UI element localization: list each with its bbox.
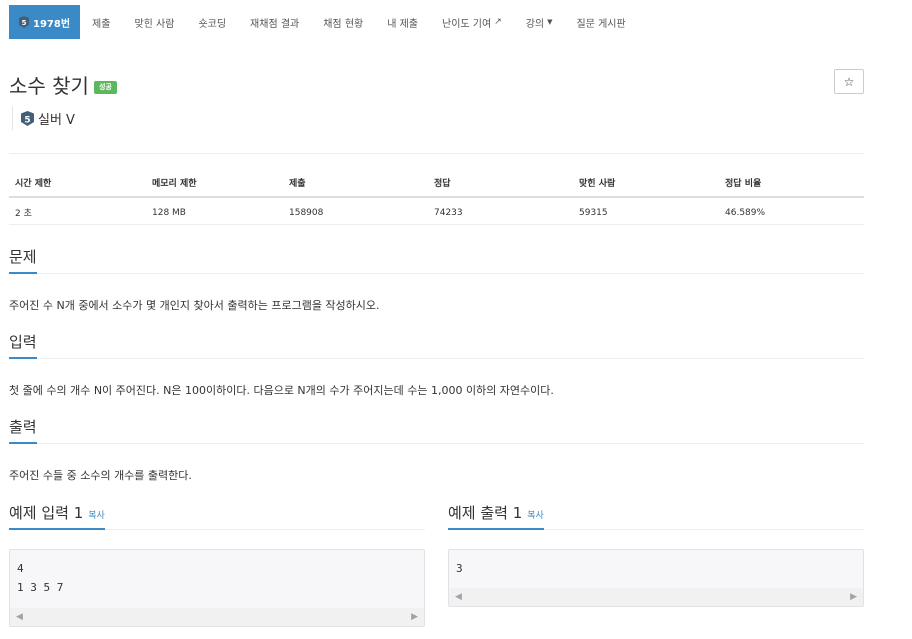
sample-input-title: 예제 입력 1 복사 xyxy=(9,502,105,530)
nav-my-submissions-label: 내 제출 xyxy=(387,18,418,30)
sample-output-header: 예제 출력 1 복사 xyxy=(448,502,864,530)
sample-output-box[interactable]: 3 ◀ ▶ xyxy=(448,549,864,607)
sample-input-header: 예제 입력 1 복사 xyxy=(9,502,425,530)
nav-problem-number-label: 1978번 xyxy=(33,18,71,30)
svg-text:5: 5 xyxy=(24,115,30,125)
output-section-header: 출력 xyxy=(9,417,864,444)
star-icon: ☆ xyxy=(843,74,855,89)
page-title: 소수 찾기 xyxy=(9,74,89,98)
sample-output-title: 예제 출력 1 복사 xyxy=(448,502,544,530)
sample-output-scrollbar[interactable]: ◀ ▶ xyxy=(449,588,863,606)
divider xyxy=(9,153,864,154)
cell-accepted: 74233 xyxy=(428,197,573,225)
status-badge: 성공 xyxy=(93,81,117,94)
cell-submissions: 158908 xyxy=(283,197,428,225)
table-header-row: 시간 제한 메모리 제한 제출 정답 맞힌 사람 정답 비율 xyxy=(9,170,864,198)
silver-tier-mini-icon: 5 xyxy=(19,16,29,28)
nav-short-coding-label: 숏코딩 xyxy=(198,18,227,30)
nav-submit-label: 제출 xyxy=(92,18,111,30)
external-link-icon: ↗ xyxy=(494,17,502,27)
silver-tier-icon: 5 xyxy=(21,110,34,126)
sample-output-title-text: 예제 출력 1 xyxy=(448,504,523,522)
scroll-right-icon[interactable]: ▶ xyxy=(850,592,857,602)
problem-section-title: 문제 xyxy=(9,247,37,274)
scroll-left-icon[interactable]: ◀ xyxy=(16,612,23,622)
nav-rejudge-results-label: 재채점 결과 xyxy=(250,18,300,30)
copy-sample-output-button[interactable]: 복사 xyxy=(527,511,544,521)
header-submissions: 제출 xyxy=(283,170,428,198)
nav-my-submissions[interactable]: 내 제출 xyxy=(375,5,430,39)
nav-lectures-label: 강의 xyxy=(525,18,545,30)
header-memory-limit: 메모리 제한 xyxy=(146,170,283,198)
nav-question-board-label: 질문 게시판 xyxy=(576,18,626,30)
title-row: 소수 찾기 성공 xyxy=(9,70,117,99)
input-description: 첫 줄에 수의 개수 N이 주어진다. N은 100이하이다. 다음으로 N개의… xyxy=(9,384,554,397)
nav-solved-users[interactable]: 맞힌 사람 xyxy=(122,5,186,39)
header-time-limit: 시간 제한 xyxy=(9,170,146,198)
table-row: 2 초 128 MB 158908 74233 59315 46.589% xyxy=(9,197,864,225)
output-description: 주어진 수들 중 소수의 개수를 출력한다. xyxy=(9,469,192,482)
svg-text:5: 5 xyxy=(22,19,27,27)
nav-solved-users-label: 맞힌 사람 xyxy=(134,18,175,30)
nav-problem-number[interactable]: 5 1978번 xyxy=(9,5,81,39)
scroll-right-icon[interactable]: ▶ xyxy=(411,612,418,622)
nav-difficulty-contribution[interactable]: 난이도 기여 ↗ xyxy=(430,5,514,39)
tier-label: 실버 V xyxy=(38,112,75,128)
star-button[interactable]: ☆ xyxy=(834,69,864,94)
header-accept-ratio: 정답 비율 xyxy=(719,170,864,198)
cell-accept-ratio: 46.589% xyxy=(719,197,864,225)
output-section-title: 출력 xyxy=(9,417,37,444)
header-accepted: 정답 xyxy=(428,170,573,198)
sample-input-box[interactable]: 4 1 3 5 7 ◀ ▶ xyxy=(9,549,425,627)
cell-memory-limit: 128 MB xyxy=(146,197,283,225)
nav-question-board[interactable]: 질문 게시판 xyxy=(565,5,638,39)
copy-sample-input-button[interactable]: 복사 xyxy=(88,511,105,521)
problem-info-table: 시간 제한 메모리 제한 제출 정답 맞힌 사람 정답 비율 2 초 128 M… xyxy=(9,170,864,225)
nav-submit[interactable]: 제출 xyxy=(80,5,122,39)
sample-input-title-text: 예제 입력 1 xyxy=(9,504,84,522)
problem-nav: 5 1978번 제출 맞힌 사람 숏코딩 재채점 결과 채점 현황 내 제출 난… xyxy=(9,5,638,39)
nav-judge-status[interactable]: 채점 현황 xyxy=(311,5,375,39)
nav-lectures-dropdown[interactable]: 강의 ▼ xyxy=(514,5,565,39)
tier-row: 5 실버 V xyxy=(12,106,75,130)
nav-rejudge-results[interactable]: 재채점 결과 xyxy=(238,5,311,39)
input-section-title: 입력 xyxy=(9,332,37,359)
sample-output-value: 3 xyxy=(456,562,463,575)
cell-solved-users: 59315 xyxy=(573,197,719,225)
nav-judge-status-label: 채점 현황 xyxy=(323,18,364,30)
caret-down-icon: ▼ xyxy=(547,18,553,26)
scroll-left-icon[interactable]: ◀ xyxy=(455,592,462,602)
cell-time-limit: 2 초 xyxy=(9,197,146,225)
input-section-header: 입력 xyxy=(9,332,864,359)
problem-description: 주어진 수 N개 중에서 소수가 몇 개인지 찾아서 출력하는 프로그램을 작성… xyxy=(9,299,380,312)
header-solved-users: 맞힌 사람 xyxy=(573,170,719,198)
nav-short-coding[interactable]: 숏코딩 xyxy=(186,5,238,39)
nav-difficulty-contribution-label: 난이도 기여 xyxy=(442,18,492,30)
problem-section-header: 문제 xyxy=(9,247,864,274)
sample-input-value: 4 1 3 5 7 xyxy=(17,562,64,594)
sample-input-scrollbar[interactable]: ◀ ▶ xyxy=(10,608,424,626)
